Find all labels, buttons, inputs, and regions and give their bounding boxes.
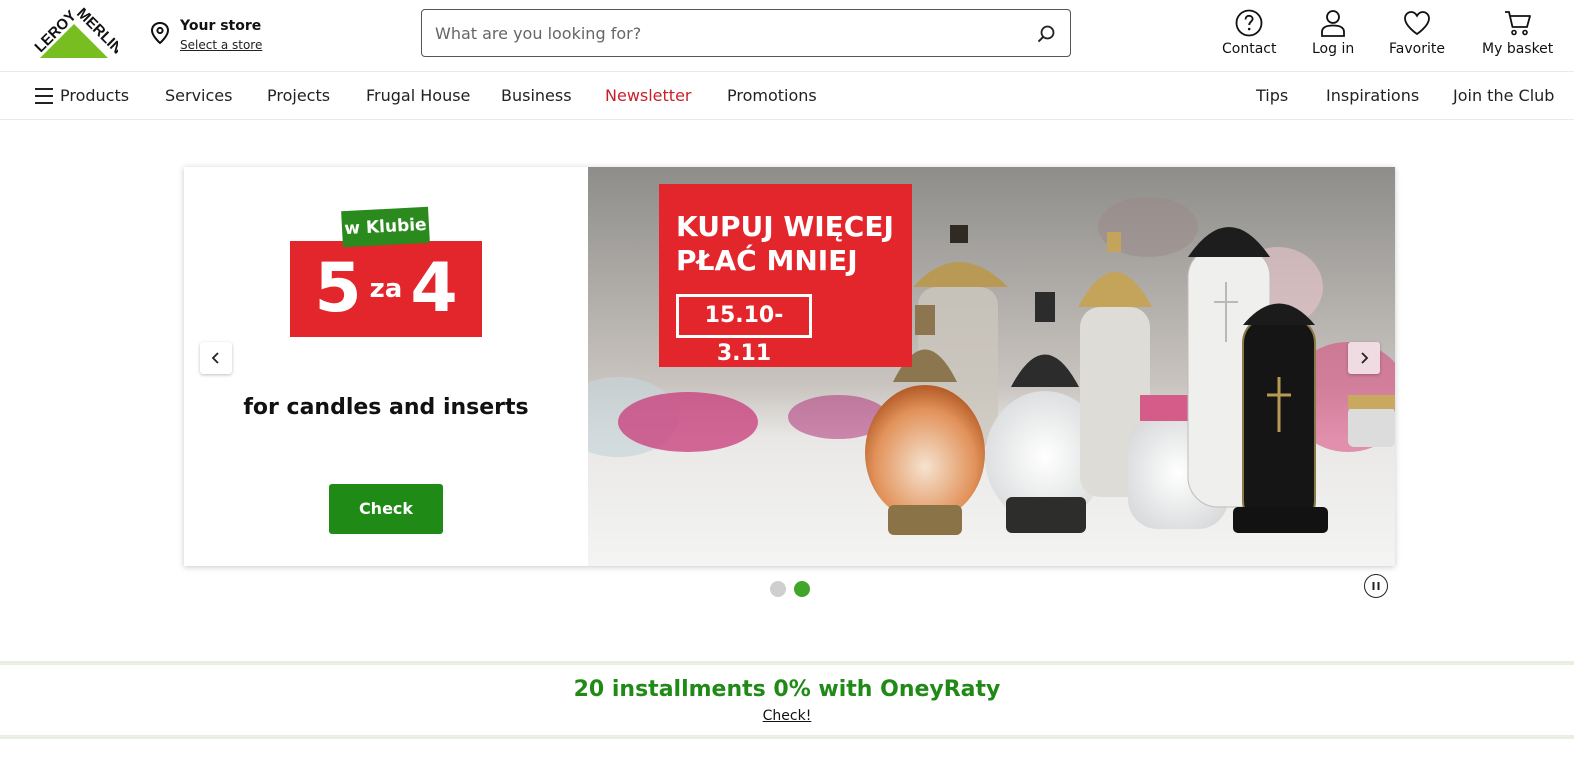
promo-image: KUPUJ WIĘCEJ PŁAĆ MNIEJ 15.10-3.11 — [588, 167, 1395, 566]
login-label: Log in — [1312, 41, 1355, 57]
search-input[interactable] — [422, 10, 1012, 56]
offer-badge: 5 za 4 — [290, 241, 482, 337]
promo-description: for candles and inserts — [243, 395, 529, 420]
search-icon[interactable] — [1036, 24, 1056, 44]
nav-newsletter[interactable]: Newsletter — [605, 72, 692, 120]
store-selector[interactable]: Your store Select a store — [150, 16, 262, 54]
check-button[interactable]: Check — [329, 484, 443, 534]
offer-number-4: 4 — [410, 249, 458, 328]
carousel-next-button[interactable] — [1348, 342, 1380, 374]
chevron-left-icon — [211, 352, 219, 364]
nav-products[interactable]: Products — [60, 72, 129, 120]
favorite-link[interactable]: Favorite — [1389, 8, 1445, 57]
offer-number-5: 5 — [314, 249, 362, 328]
chevron-right-icon — [1361, 352, 1369, 364]
nav-promotions[interactable]: Promotions — [727, 72, 817, 120]
pause-icon — [1372, 582, 1380, 590]
promo-dates: 15.10-3.11 — [676, 294, 812, 366]
header: LEROY MERLIN Your store Select a store C… — [0, 0, 1574, 72]
promo-red-box: KUPUJ WIĘCEJ PŁAĆ MNIEJ 15.10-3.11 — [659, 184, 912, 367]
club-badge: w Klubie — [341, 206, 430, 248]
nav-projects[interactable]: Projects — [267, 72, 330, 120]
contact-label: Contact — [1222, 41, 1277, 57]
main-nav: Products Services Projects Frugal House … — [0, 72, 1574, 120]
store-title: Your store — [180, 18, 262, 34]
carousel-dot-2[interactable] — [794, 581, 810, 597]
help-icon — [1235, 9, 1263, 37]
leroy-merlin-logo[interactable]: LEROY MERLIN — [30, 5, 126, 60]
offer-za: za — [369, 274, 403, 304]
cart-icon — [1504, 11, 1531, 36]
nav-frugal-house[interactable]: Frugal House — [366, 72, 470, 120]
nav-tips[interactable]: Tips — [1256, 72, 1288, 120]
select-store-link[interactable]: Select a store — [180, 36, 262, 54]
installments-title: 20 installments 0% with OneyRaty — [573, 677, 1001, 702]
user-icon — [1321, 10, 1346, 37]
basket-link[interactable]: My basket — [1482, 8, 1553, 57]
contact-link[interactable]: Contact — [1222, 8, 1276, 57]
search-bar — [421, 9, 1071, 57]
nav-services[interactable]: Services — [165, 72, 232, 120]
nav-inspirations[interactable]: Inspirations — [1326, 72, 1419, 120]
favorite-label: Favorite — [1389, 41, 1445, 57]
carousel-prev-button[interactable] — [200, 342, 232, 374]
carousel-dots — [770, 581, 810, 597]
carousel-pause-button[interactable] — [1364, 574, 1388, 598]
nav-join-club[interactable]: Join the Club — [1453, 72, 1554, 120]
heart-icon — [1404, 11, 1430, 36]
promo-headline: KUPUJ WIĘCEJ PŁAĆ MNIEJ — [676, 210, 894, 277]
menu-icon[interactable] — [35, 87, 53, 105]
promo-carousel: w Klubie 5 za 4 for candles and inserts … — [184, 167, 1395, 566]
location-pin-icon — [150, 22, 170, 44]
installments-banner: 20 installments 0% with OneyRaty Check! — [0, 661, 1574, 739]
nav-business[interactable]: Business — [501, 72, 572, 120]
basket-label: My basket — [1482, 41, 1554, 57]
promo-card: w Klubie 5 za 4 for candles and inserts … — [184, 167, 588, 566]
installments-check-link[interactable]: Check! — [0, 708, 1574, 724]
carousel-dot-1[interactable] — [770, 581, 786, 597]
login-link[interactable]: Log in — [1312, 8, 1354, 57]
